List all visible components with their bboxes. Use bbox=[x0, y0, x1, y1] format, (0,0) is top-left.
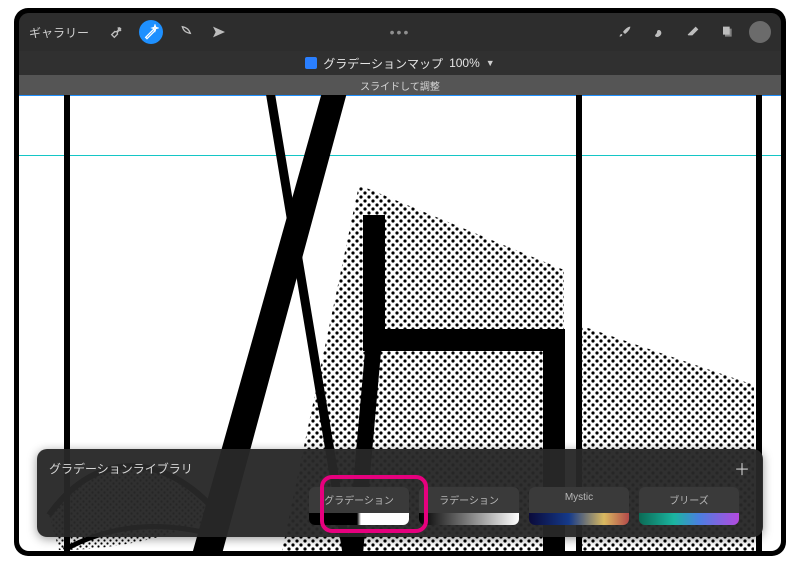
slider-hint[interactable]: スライドして調整 bbox=[19, 75, 781, 95]
smudge-icon[interactable] bbox=[647, 20, 671, 44]
swatch-label: ラデーション bbox=[419, 492, 519, 507]
swatch-label: Mystic bbox=[529, 492, 629, 503]
swatch-preview bbox=[529, 513, 629, 525]
gradient-swatch[interactable]: ラデーション bbox=[419, 487, 519, 525]
chevron-down-icon: ▼ bbox=[486, 58, 495, 68]
adjustment-name: グラデーションマップ bbox=[323, 55, 443, 72]
gradient-swatch[interactable]: グラデーション bbox=[309, 487, 409, 525]
layers-icon[interactable] bbox=[715, 20, 739, 44]
gradient-swatch-row: グラデーション ラデーション Mystic ブリーズ bbox=[49, 487, 751, 525]
selection-icon[interactable] bbox=[173, 20, 197, 44]
gradient-swatch[interactable]: ブリーズ bbox=[639, 487, 739, 525]
adjustment-percent: 100% bbox=[449, 56, 480, 70]
swatch-label: ブリーズ bbox=[639, 492, 739, 507]
adjustment-title-bar[interactable]: グラデーションマップ 100% ▼ bbox=[19, 51, 781, 75]
swatch-preview bbox=[639, 513, 739, 525]
color-swatch[interactable] bbox=[749, 21, 771, 43]
wrench-icon[interactable] bbox=[105, 20, 129, 44]
swatch-preview bbox=[309, 513, 409, 525]
brush-icon[interactable] bbox=[613, 20, 637, 44]
wand-icon[interactable] bbox=[139, 20, 163, 44]
add-gradient-button[interactable]: ＋ bbox=[733, 459, 751, 477]
gallery-button[interactable]: ギャラリー bbox=[29, 24, 89, 41]
gradient-library-title: グラデーションライブラリ bbox=[49, 460, 193, 477]
gradient-swatch[interactable]: Mystic bbox=[529, 487, 629, 525]
top-toolbar: ギャラリー ••• bbox=[19, 13, 781, 51]
gradient-library-panel: グラデーションライブラリ ＋ グラデーション ラデーション Mystic ブリー… bbox=[37, 449, 763, 537]
swatch-label: グラデーション bbox=[309, 492, 409, 507]
layer-chip-icon bbox=[305, 57, 317, 69]
swatch-preview bbox=[419, 513, 519, 525]
eraser-icon[interactable] bbox=[681, 20, 705, 44]
move-icon[interactable] bbox=[207, 20, 231, 44]
more-icon[interactable]: ••• bbox=[390, 13, 411, 51]
